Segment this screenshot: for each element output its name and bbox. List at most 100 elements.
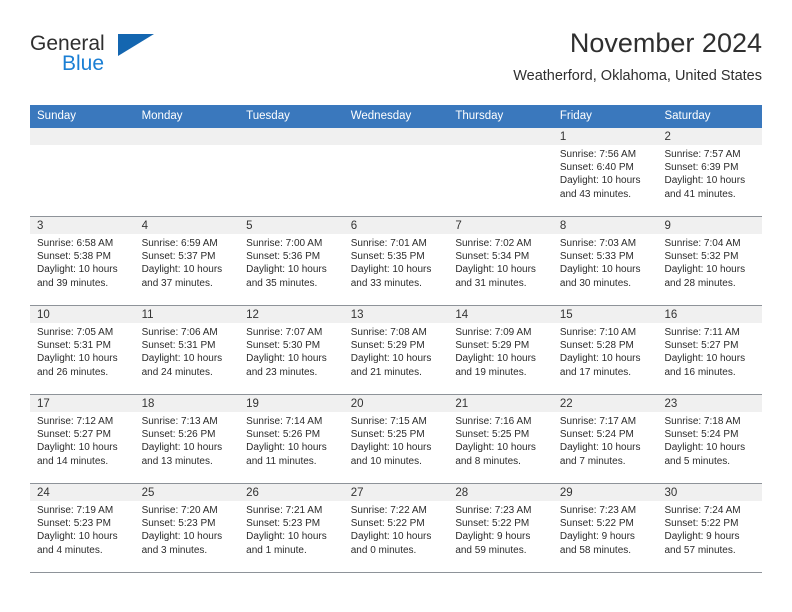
day-cell[interactable]: 30 Sunrise: 7:24 AM Sunset: 5:22 PM Dayligh…: [657, 484, 763, 572]
sunset-text: Sunset: 5:25 PM: [455, 429, 530, 441]
weeks-container: 1 Sunrise: 7:56 AM Sunset: 6:40 PM Daylight…: [30, 128, 763, 573]
day-number: 28: [448, 484, 553, 501]
day-cell[interactable]: 15 Sunrise: 7:10 AM Sunset: 5:28 PM Dayligh…: [552, 306, 658, 394]
daylight-text: Daylight: 10 hours and 3 minutes.: [141, 531, 223, 556]
weekday-header-thursday: Thursday: [455, 110, 504, 122]
daylight-text: Daylight: 10 hours and 11 minutes.: [246, 442, 327, 467]
sunrise-text: Sunrise: 7:04 AM: [664, 238, 741, 249]
day-number: 24: [30, 484, 135, 501]
day-cell[interactable]: 22 Sunrise: 7:17 AM Sunset: 5:24 PM Dayligh…: [552, 395, 658, 483]
day-cell[interactable]: 28 Sunrise: 7:23 AM Sunset: 5:22 PM Dayligh…: [448, 484, 553, 572]
day-cell[interactable]: 19 Sunrise: 7:14 AM Sunset: 5:26 PM Dayligh…: [239, 395, 344, 483]
day-cell[interactable]: 29 Sunrise: 7:23 AM Sunset: 5:22 PM Dayligh…: [552, 484, 658, 572]
day-cell[interactable]: 5 Sunrise: 7:00 AM Sunset: 5:36 PM Daylight…: [239, 217, 344, 305]
logo-general-blue[interactable]: General Blue: [30, 32, 280, 92]
daylight-text: Daylight: 10 hours and 43 minutes.: [559, 175, 641, 200]
daylight-text: Daylight: 10 hours and 41 minutes.: [664, 175, 746, 200]
day-info: Sunrise: 7:20 AM Sunset: 5:23 PM Daylight:…: [135, 501, 240, 557]
sunset-text: Sunset: 5:22 PM: [455, 518, 530, 530]
day-info: Sunrise: 7:09 AM Sunset: 5:29 PM Daylight:…: [448, 323, 553, 379]
day-cell[interactable]: 18 Sunrise: 7:13 AM Sunset: 5:26 PM Dayligh…: [134, 395, 240, 483]
day-cell-empty: [448, 128, 553, 216]
weekday-header-saturday: Saturday: [664, 110, 711, 122]
weekday-header-friday: Friday: [559, 110, 592, 122]
sunset-text: Sunset: 5:24 PM: [559, 429, 634, 441]
day-info: Sunrise: 7:24 AM Sunset: 5:22 PM Daylight:…: [657, 501, 762, 557]
day-number: 18: [134, 395, 240, 412]
weekday-header-sunday: Sunday: [37, 110, 77, 122]
day-info: Sunrise: 7:18 AM Sunset: 5:24 PM Daylight:…: [657, 412, 762, 468]
day-info: Sunrise: 7:11 AM Sunset: 5:27 PM Daylight:…: [657, 323, 762, 379]
day-cell[interactable]: 21 Sunrise: 7:16 AM Sunset: 5:25 PM Dayligh…: [448, 395, 553, 483]
daylight-text: Daylight: 10 hours and 35 minutes.: [246, 264, 327, 289]
weekday-header-row: Sunday Monday Tuesday Wednesday Thursday…: [30, 105, 762, 128]
week-row: 10 Sunrise: 7:05 AM Sunset: 5:31 PM Dayligh…: [30, 306, 763, 395]
day-info: Sunrise: 7:02 AM Sunset: 5:34 PM Daylight:…: [448, 234, 553, 290]
sunset-text: Sunset: 5:33 PM: [559, 251, 634, 263]
day-cell[interactable]: 9 Sunrise: 7:04 AM Sunset: 5:32 PM Daylight…: [657, 217, 763, 305]
day-info: Sunrise: 6:58 AM Sunset: 5:38 PM Daylight:…: [30, 234, 135, 290]
day-cell[interactable]: 1 Sunrise: 7:56 AM Sunset: 6:40 PM Daylight…: [552, 128, 658, 216]
day-cell[interactable]: 26 Sunrise: 7:21 AM Sunset: 5:23 PM Dayligh…: [239, 484, 344, 572]
sunset-text: Sunset: 5:29 PM: [455, 340, 530, 352]
day-number: 6: [343, 217, 449, 234]
sunset-text: Sunset: 6:39 PM: [664, 162, 739, 174]
day-cell[interactable]: 17 Sunrise: 7:12 AM Sunset: 5:27 PM Dayligh…: [30, 395, 135, 483]
daylight-text: Daylight: 9 hours and 57 minutes.: [664, 531, 740, 556]
sunrise-text: Sunrise: 7:01 AM: [350, 238, 427, 249]
sunset-text: Sunset: 5:24 PM: [664, 429, 739, 441]
daylight-text: Daylight: 10 hours and 23 minutes.: [246, 353, 327, 378]
day-cell[interactable]: 27 Sunrise: 7:22 AM Sunset: 5:22 PM Dayligh…: [343, 484, 449, 572]
daylight-text: Daylight: 10 hours and 17 minutes.: [559, 353, 641, 378]
day-number: [239, 128, 344, 145]
day-cell[interactable]: 4 Sunrise: 6:59 AM Sunset: 5:37 PM Daylight…: [134, 217, 240, 305]
sunrise-text: Sunrise: 7:08 AM: [350, 327, 427, 338]
day-cell[interactable]: 8 Sunrise: 7:03 AM Sunset: 5:33 PM Daylight…: [552, 217, 658, 305]
day-number: 10: [30, 306, 135, 323]
sunrise-text: Sunrise: 7:21 AM: [246, 505, 323, 516]
day-cell[interactable]: 6 Sunrise: 7:01 AM Sunset: 5:35 PM Daylight…: [343, 217, 449, 305]
day-info: Sunrise: 7:06 AM Sunset: 5:31 PM Daylight:…: [135, 323, 240, 379]
sunset-text: Sunset: 5:27 PM: [664, 340, 739, 352]
day-cell[interactable]: 16 Sunrise: 7:11 AM Sunset: 5:27 PM Dayligh…: [657, 306, 763, 394]
weekday-header-monday: Monday: [141, 110, 183, 122]
page-title: November 2024: [569, 28, 762, 58]
day-cell[interactable]: 12 Sunrise: 7:07 AM Sunset: 5:30 PM Dayligh…: [239, 306, 344, 394]
day-cell[interactable]: 10 Sunrise: 7:05 AM Sunset: 5:31 PM Dayligh…: [30, 306, 135, 394]
sunrise-text: Sunrise: 7:12 AM: [37, 416, 114, 427]
day-cell[interactable]: 13 Sunrise: 7:08 AM Sunset: 5:29 PM Dayligh…: [343, 306, 449, 394]
day-number: 8: [552, 217, 658, 234]
sunset-text: Sunset: 5:31 PM: [141, 340, 216, 352]
daylight-text: Daylight: 10 hours and 31 minutes.: [455, 264, 536, 289]
day-cell[interactable]: 14 Sunrise: 7:09 AM Sunset: 5:29 PM Dayligh…: [448, 306, 553, 394]
day-number: [343, 128, 449, 145]
day-cell[interactable]: 11 Sunrise: 7:06 AM Sunset: 5:31 PM Dayligh…: [134, 306, 240, 394]
day-info: Sunrise: 7:23 AM Sunset: 5:22 PM Daylight:…: [553, 501, 658, 557]
day-info: Sunrise: 7:00 AM Sunset: 5:36 PM Daylight:…: [239, 234, 344, 290]
day-cell[interactable]: 3 Sunrise: 6:58 AM Sunset: 5:38 PM Daylight…: [30, 217, 135, 305]
day-cell[interactable]: 2 Sunrise: 7:57 AM Sunset: 6:39 PM Daylight…: [657, 128, 763, 216]
day-cell[interactable]: 25 Sunrise: 7:20 AM Sunset: 5:23 PM Dayligh…: [134, 484, 240, 572]
day-number: 29: [552, 484, 658, 501]
sunrise-text: Sunrise: 7:14 AM: [246, 416, 323, 427]
daylight-text: Daylight: 10 hours and 21 minutes.: [350, 353, 432, 378]
page-header: General Blue November 2024 Weatherford, …: [30, 26, 762, 98]
day-number: 1: [552, 128, 658, 145]
sunrise-text: Sunrise: 7:10 AM: [559, 327, 637, 338]
day-number: 26: [239, 484, 344, 501]
day-info: Sunrise: 7:21 AM Sunset: 5:23 PM Daylight:…: [239, 501, 344, 557]
day-cell[interactable]: 24 Sunrise: 7:19 AM Sunset: 5:23 PM Dayligh…: [30, 484, 135, 572]
sunrise-text: Sunrise: 6:58 AM: [37, 238, 114, 249]
daylight-text: Daylight: 10 hours and 0 minutes.: [350, 531, 432, 556]
day-number: 15: [552, 306, 658, 323]
day-cell-empty: [239, 128, 344, 216]
sunset-text: Sunset: 5:22 PM: [664, 518, 739, 530]
day-cell[interactable]: 23 Sunrise: 7:18 AM Sunset: 5:24 PM Dayligh…: [657, 395, 763, 483]
sunrise-text: Sunrise: 7:13 AM: [141, 416, 218, 427]
day-info: Sunrise: 7:04 AM Sunset: 5:32 PM Daylight:…: [657, 234, 762, 290]
day-cell[interactable]: 7 Sunrise: 7:02 AM Sunset: 5:34 PM Daylight…: [448, 217, 553, 305]
daylight-text: Daylight: 10 hours and 7 minutes.: [559, 442, 641, 467]
day-info: Sunrise: 7:12 AM Sunset: 5:27 PM Daylight:…: [30, 412, 135, 468]
sunset-text: Sunset: 5:22 PM: [350, 518, 425, 530]
day-cell[interactable]: 20 Sunrise: 7:15 AM Sunset: 5:25 PM Dayligh…: [343, 395, 449, 483]
